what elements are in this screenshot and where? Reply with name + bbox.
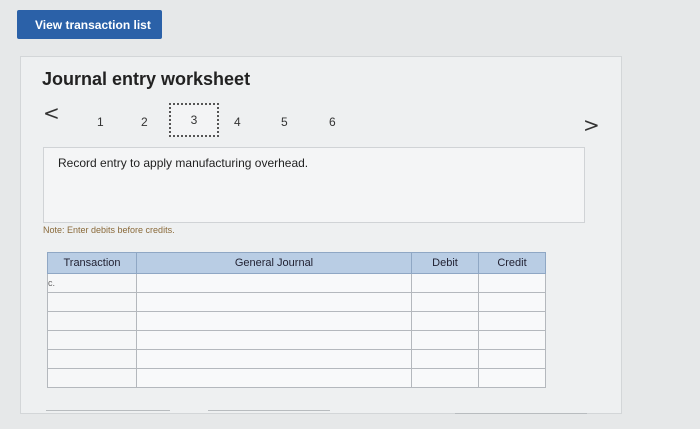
step-4[interactable]: 4 bbox=[234, 115, 241, 129]
account-select[interactable] bbox=[136, 311, 412, 331]
debit-input[interactable] bbox=[411, 311, 479, 331]
table-header-row: Transaction General Journal Debit Credit bbox=[47, 252, 546, 274]
table-row bbox=[47, 368, 546, 388]
table-row bbox=[47, 292, 546, 312]
transaction-cell: c. bbox=[47, 273, 137, 293]
account-select[interactable] bbox=[136, 330, 412, 350]
table-row bbox=[47, 349, 546, 369]
account-select[interactable] bbox=[136, 292, 412, 312]
table-row bbox=[47, 330, 546, 350]
journal-table: Transaction General Journal Debit Credit… bbox=[47, 252, 546, 388]
credit-input[interactable] bbox=[478, 349, 546, 369]
debit-input[interactable] bbox=[411, 292, 479, 312]
worksheet-title: Journal entry worksheet bbox=[42, 69, 251, 89]
header-credit: Credit bbox=[478, 252, 546, 274]
account-select[interactable] bbox=[136, 349, 412, 369]
debit-input[interactable] bbox=[411, 349, 479, 369]
credit-input[interactable] bbox=[478, 311, 546, 331]
transaction-cell bbox=[47, 292, 137, 312]
divider-line bbox=[455, 413, 587, 414]
credit-input[interactable] bbox=[478, 330, 546, 350]
table-row: c. bbox=[47, 273, 546, 293]
debit-input[interactable] bbox=[411, 330, 479, 350]
debit-input[interactable] bbox=[411, 273, 479, 293]
step-2[interactable]: 2 bbox=[141, 115, 148, 129]
next-chevron-icon[interactable]: > bbox=[583, 115, 600, 135]
header-general-journal: General Journal bbox=[136, 252, 412, 274]
divider-line bbox=[46, 410, 170, 411]
journal-entry-panel: Journal entry worksheet < 1 2 3 4 5 6 > … bbox=[20, 56, 622, 414]
step-1[interactable]: 1 bbox=[97, 115, 104, 129]
previous-chevron-icon[interactable]: < bbox=[43, 103, 60, 123]
step-6[interactable]: 6 bbox=[329, 115, 336, 129]
credit-input[interactable] bbox=[478, 368, 546, 388]
account-select[interactable] bbox=[136, 273, 412, 293]
transaction-cell bbox=[47, 349, 137, 369]
table-row bbox=[47, 311, 546, 331]
view-transaction-list-button[interactable]: View transaction list bbox=[17, 10, 162, 39]
note-text: Note: Enter debits before credits. bbox=[43, 225, 175, 235]
debit-input[interactable] bbox=[411, 368, 479, 388]
transaction-cell bbox=[47, 330, 137, 350]
step-5[interactable]: 5 bbox=[281, 115, 288, 129]
transaction-cell bbox=[47, 368, 137, 388]
transaction-cell bbox=[47, 311, 137, 331]
header-debit: Debit bbox=[411, 252, 479, 274]
credit-input[interactable] bbox=[478, 273, 546, 293]
step-3-active[interactable]: 3 bbox=[169, 103, 219, 137]
instruction-text: Record entry to apply manufacturing over… bbox=[58, 156, 309, 170]
divider-line bbox=[208, 410, 330, 411]
instruction-box: Record entry to apply manufacturing over… bbox=[43, 147, 585, 223]
account-select[interactable] bbox=[136, 368, 412, 388]
credit-input[interactable] bbox=[478, 292, 546, 312]
header-transaction: Transaction bbox=[47, 252, 137, 274]
